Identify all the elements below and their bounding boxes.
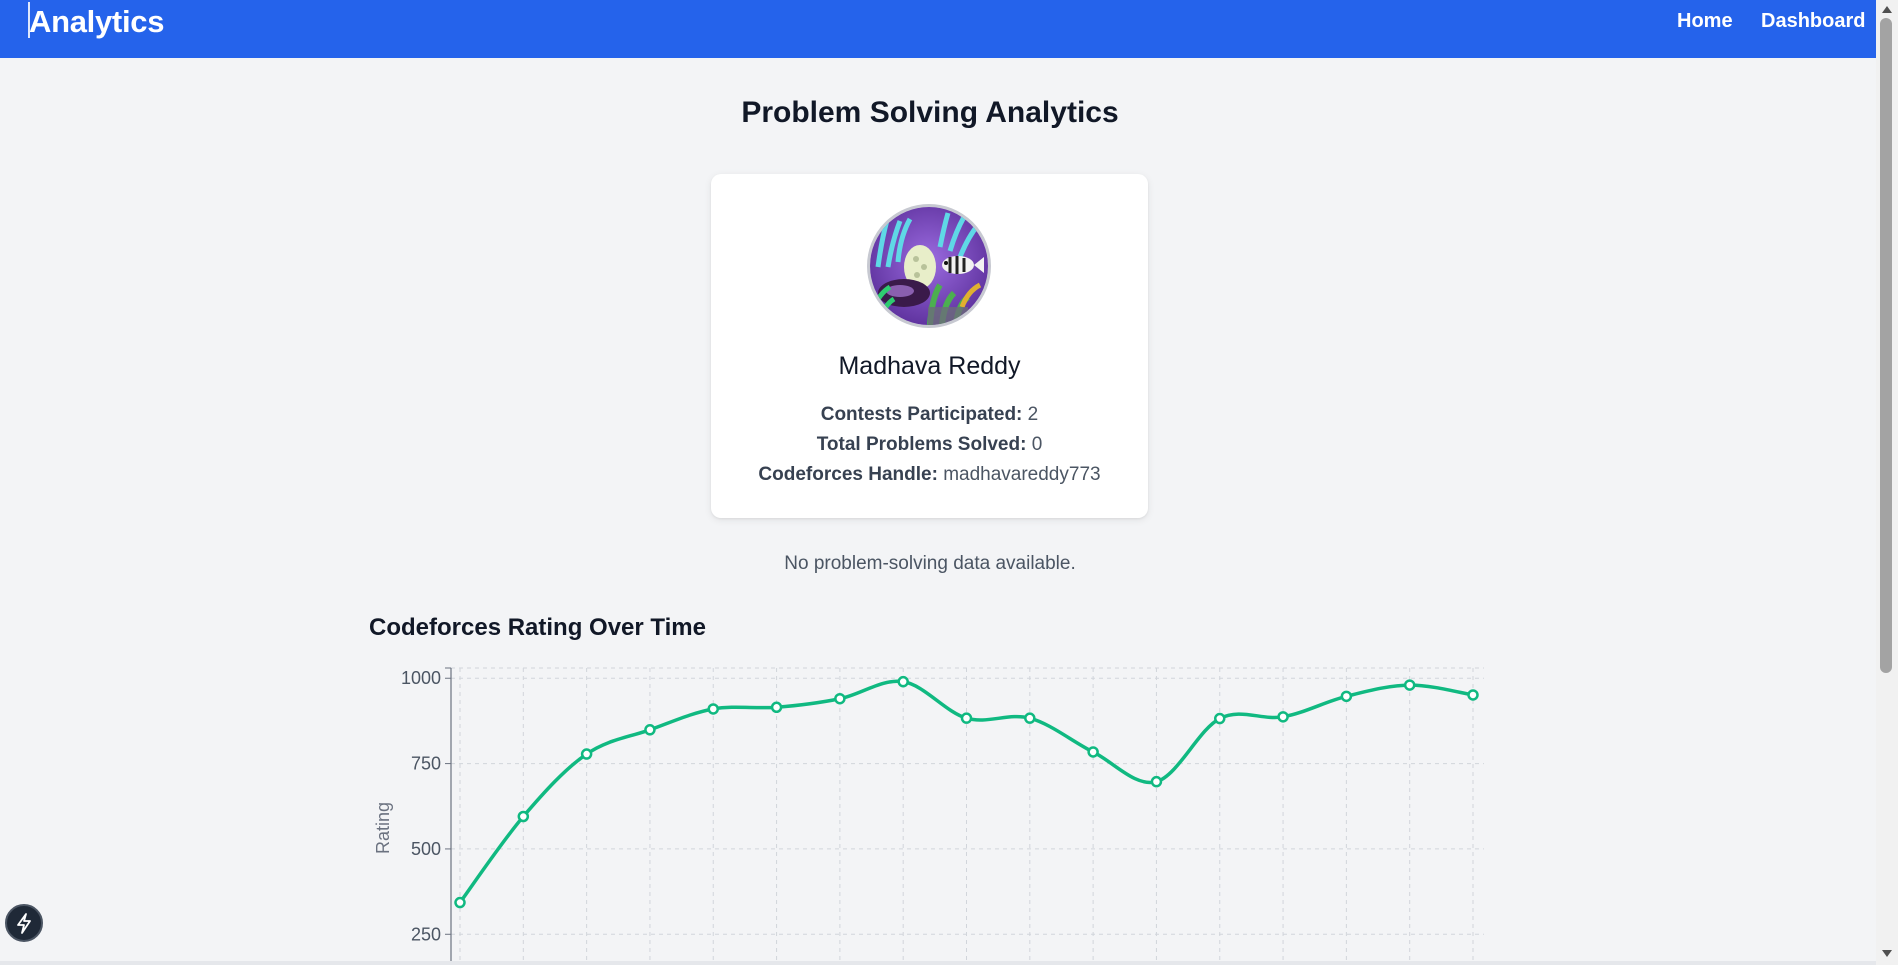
rating-data-point	[517, 810, 530, 823]
rating-data-point	[897, 675, 909, 688]
rating-data-point	[1087, 746, 1099, 758]
stat-value: 0	[1031, 434, 1043, 455]
vertical-scrollbar[interactable]	[1876, 0, 1898, 965]
nav-home-link[interactable]: Home	[1677, 10, 1733, 33]
profile-name: Madhava Reddy	[838, 352, 1021, 380]
aquarium-fish-avatar-icon	[870, 207, 988, 325]
avatar	[867, 204, 991, 328]
rating-data-point	[707, 703, 719, 715]
profile-card: Madhava Reddy Contests Participated: 2 T…	[711, 174, 1148, 518]
rating-data-point	[834, 692, 846, 705]
rating-data-point	[454, 896, 466, 909]
scroll-up-arrow-icon[interactable]	[1882, 6, 1892, 13]
rating-data-point	[1150, 775, 1163, 788]
no-data-message: No problem-solving data available.	[784, 553, 1076, 574]
rating-line-chart: 250 500 750 1000 Rating	[373, 667, 1484, 965]
lightning-button[interactable]	[5, 904, 43, 942]
rating-data-point	[1467, 689, 1479, 701]
rating-data-point	[1277, 711, 1289, 723]
y-axis-label: Rating	[373, 802, 393, 854]
page-title: Problem Solving Analytics	[741, 96, 1119, 129]
chart-title: Codeforces Rating Over Time	[369, 614, 706, 641]
lightning-icon	[17, 913, 31, 934]
scroll-down-arrow-icon[interactable]	[1882, 950, 1892, 957]
rating-data-point	[1024, 712, 1036, 724]
y-tick-label: 750	[411, 754, 441, 774]
page-bottom-edge	[0, 961, 1876, 965]
rating-data-point	[580, 748, 593, 760]
scrollbar-thumb[interactable]	[1880, 18, 1892, 673]
rating-data-point	[960, 712, 973, 724]
stat-value: madhavareddy773	[943, 464, 1101, 485]
stat-label: Codeforces Handle:	[758, 464, 938, 485]
rating-data-point	[1214, 712, 1226, 725]
rating-data-point	[1340, 690, 1353, 703]
y-tick-label: 1000	[401, 668, 441, 688]
stat-problems-solved: Total Problems Solved: 0	[711, 434, 1148, 456]
rating-data-point	[770, 701, 783, 714]
y-tick-label: 250	[411, 924, 441, 944]
stat-codeforces-handle: Codeforces Handle: madhavareddy773	[711, 464, 1148, 486]
nav-dashboard-link[interactable]: Dashboard	[1761, 10, 1865, 33]
stat-label: Total Problems Solved:	[816, 434, 1027, 455]
stat-value: 2	[1027, 404, 1039, 425]
brand-title[interactable]: Analytics	[29, 4, 164, 40]
top-navbar: Analytics Home Dashboard	[0, 0, 1876, 58]
rating-data-point	[644, 724, 656, 736]
stat-contests: Contests Participated: 2	[711, 404, 1148, 426]
rating-data-point	[1403, 679, 1416, 691]
y-tick-label: 500	[411, 839, 441, 859]
stat-label: Contests Participated:	[820, 404, 1023, 425]
